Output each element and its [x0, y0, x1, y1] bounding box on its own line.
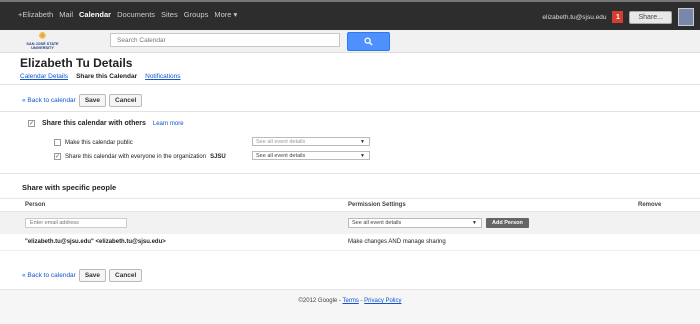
table-row: "elizabeth.tu@sjsu.edu" <elizabeth.tu@sj…	[0, 234, 700, 251]
cancel-button[interactable]: Cancel	[109, 94, 143, 107]
nav-item-sites[interactable]: Sites	[161, 10, 178, 19]
divider	[0, 111, 700, 112]
column-remove: Remove	[638, 202, 662, 208]
permission-value: See all event details	[352, 220, 402, 226]
chevron-down-icon: ▼	[360, 153, 365, 159]
bottom-action-bar: « Back to calendar Save Cancel	[22, 269, 143, 282]
org-share-option: ✓ Share this calendar with everyone in t…	[54, 153, 226, 160]
tab-calendar-details[interactable]: Calendar Details	[20, 73, 68, 80]
column-permission: Permission Settings	[348, 202, 406, 208]
account-email[interactable]: elizabeth.tu@sjsu.edu	[542, 14, 606, 21]
public-permission-select[interactable]: See all event details ▼	[252, 137, 370, 146]
cancel-button-bottom[interactable]: Cancel	[109, 269, 143, 282]
nav-item-groups[interactable]: Groups	[184, 10, 209, 19]
add-person-button[interactable]: Add Person	[486, 218, 529, 228]
page-title: Elizabeth Tu Details	[20, 56, 133, 70]
add-person-row: See all event details ▼ Add Person	[0, 212, 700, 234]
nav-item-more[interactable]: More ▾	[214, 10, 237, 19]
top-nav: +Elizabeth Mail Calendar Documents Sites…	[18, 10, 237, 19]
chevron-down-icon: ▼	[472, 220, 477, 226]
avatar[interactable]	[678, 8, 694, 26]
public-permission-value: See all event details	[256, 138, 306, 145]
search-icon	[364, 37, 373, 46]
tab-notifications[interactable]: Notifications	[145, 73, 180, 80]
share-button[interactable]: Share...	[629, 10, 672, 24]
table-header: Person Permission Settings Remove	[0, 198, 700, 212]
chevron-down-icon: ▼	[360, 139, 365, 145]
top-action-bar: « Back to calendar Save Cancel	[22, 94, 143, 107]
learn-more-link[interactable]: Learn more	[153, 121, 184, 127]
back-to-calendar-link[interactable]: « Back to calendar	[22, 97, 76, 104]
nav-item-documents[interactable]: Documents	[117, 10, 155, 19]
footer: ©2012 Google - Terms - Privacy Policy	[0, 289, 700, 324]
terms-link[interactable]: Terms	[342, 298, 358, 304]
share-heading: Share this calendar with others	[42, 120, 146, 127]
logo-subtext: UNIVERSITY	[31, 46, 54, 50]
row-person: "elizabeth.tu@sjsu.edu" <elizabeth.tu@sj…	[25, 239, 166, 245]
email-field[interactable]	[25, 218, 127, 228]
sun-logo-icon: ✺	[38, 31, 47, 42]
tab-bar: Calendar Details Share this Calendar Not…	[20, 73, 181, 80]
org-name: SJSU	[210, 153, 226, 160]
org-permission-value: See all event details	[256, 152, 306, 159]
notification-badge[interactable]: 1	[612, 11, 624, 23]
make-public-label: Make this calendar public	[65, 139, 133, 146]
make-public-checkbox[interactable]	[54, 139, 61, 146]
org-share-label: Share this calendar with everyone in the…	[65, 153, 207, 160]
search-button[interactable]	[347, 32, 390, 51]
university-logo[interactable]: ✺ SAN JOSÉ STATE UNIVERSITY	[20, 31, 65, 51]
make-public-option: Make this calendar public	[54, 139, 133, 146]
search-bar: ✺ SAN JOSÉ STATE UNIVERSITY	[0, 30, 700, 53]
top-bar: +Elizabeth Mail Calendar Documents Sites…	[0, 0, 700, 30]
share-with-others-row: ✓ Share this calendar with others Learn …	[28, 120, 184, 127]
column-person: Person	[25, 202, 46, 208]
tab-share-calendar[interactable]: Share this Calendar	[76, 73, 137, 80]
nav-item-profile[interactable]: +Elizabeth	[18, 10, 53, 19]
specific-people-title: Share with specific people	[22, 183, 117, 192]
save-button[interactable]: Save	[78, 94, 107, 107]
save-button-bottom[interactable]: Save	[78, 269, 107, 282]
divider	[0, 84, 700, 85]
divider	[0, 173, 700, 174]
org-share-checkbox[interactable]: ✓	[54, 153, 61, 160]
copyright-text: ©2012 Google -	[298, 298, 343, 304]
search-input[interactable]	[110, 33, 340, 47]
privacy-policy-link[interactable]: Privacy Policy	[364, 298, 401, 304]
org-permission-select[interactable]: See all event details ▼	[252, 151, 370, 160]
back-to-calendar-link-bottom[interactable]: « Back to calendar	[22, 272, 76, 279]
permission-select[interactable]: See all event details ▼	[348, 218, 482, 228]
share-others-checkbox[interactable]: ✓	[28, 120, 35, 127]
nav-item-mail[interactable]: Mail	[59, 10, 73, 19]
row-permission: Make changes AND manage sharing	[348, 239, 446, 245]
nav-item-calendar[interactable]: Calendar	[79, 10, 111, 19]
